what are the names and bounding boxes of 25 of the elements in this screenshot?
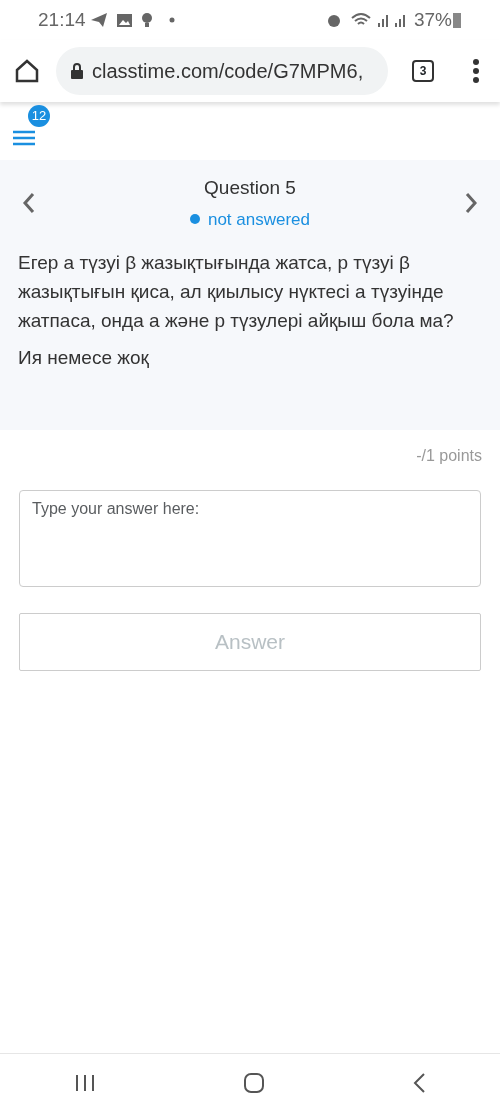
send-icon <box>89 12 108 28</box>
tab-count[interactable]: 3 <box>412 60 434 82</box>
battery-percent: 37% <box>413 7 452 32</box>
alarm-icon <box>325 12 342 28</box>
home-button-icon[interactable] <box>243 1071 265 1094</box>
back-icon[interactable] <box>412 1071 427 1094</box>
menu-icon[interactable] <box>12 129 36 146</box>
answer-hint: Ия немесе жоқ <box>18 346 150 370</box>
status-text: not answered <box>207 208 311 231</box>
points-label: -/1 points <box>416 447 482 464</box>
question-text: Егер а түзуі β жазықтығында жатса, р түзуі β жазықтығын қиса, ал қиылысу нүктесі а түзуінде жатпаса, онда а және р түзулері айқыш бола ма? <box>18 251 455 333</box>
address-bar[interactable]: classtime.com/code/G7MPM6, <box>56 47 388 95</box>
question-title: Question 5 <box>203 176 297 200</box>
home-icon[interactable] <box>14 58 40 84</box>
battery-icon <box>452 11 462 29</box>
recents-icon[interactable] <box>73 1073 96 1092</box>
clock: 21:14 <box>38 7 86 32</box>
dot-icon <box>168 17 175 23</box>
chevron-left-icon[interactable] <box>22 192 36 214</box>
url-text: classtime.com/code/G7MPM6, <box>92 59 364 84</box>
count-badge: 12 <box>28 105 50 127</box>
bulb-icon <box>140 11 153 29</box>
lock-icon <box>70 62 84 80</box>
image-icon <box>115 12 133 28</box>
chevron-right-icon[interactable] <box>464 192 478 214</box>
